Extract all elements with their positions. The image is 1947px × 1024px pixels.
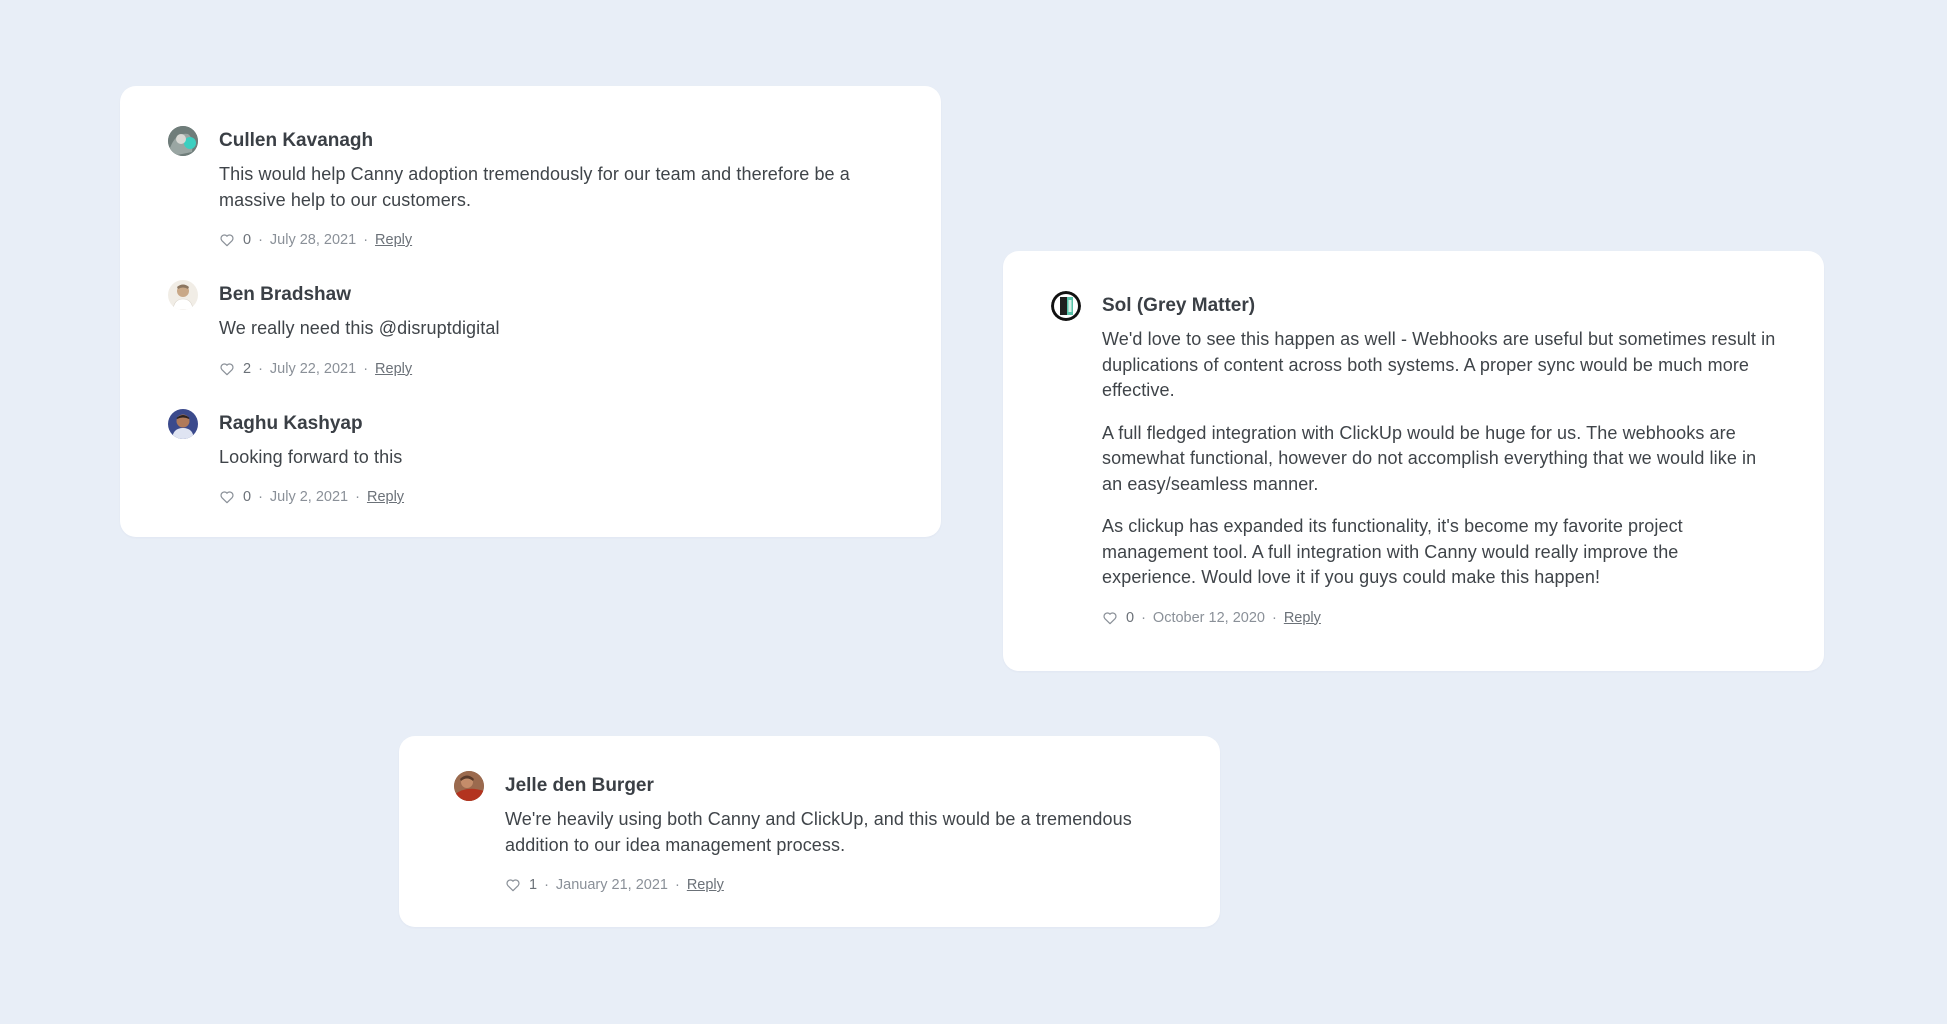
meta-separator: ·: [258, 360, 263, 377]
meta-separator: ·: [363, 360, 369, 377]
like-count: 2: [243, 360, 252, 377]
heart-icon[interactable]: [1102, 610, 1118, 626]
heart-icon[interactable]: [219, 232, 235, 248]
meta-separator: ·: [258, 232, 263, 248]
meta-separator: ·: [674, 877, 680, 893]
meta-separator: ·: [258, 489, 263, 505]
reply-link[interactable]: Reply: [375, 230, 412, 250]
comment-meta: 0 · July 28, 2021 · Reply: [219, 230, 893, 250]
heart-icon[interactable]: [505, 877, 521, 893]
comment-meta: 0 · October 12, 2020 · Reply: [1102, 608, 1776, 628]
comment-date: October 12, 2020: [1152, 609, 1265, 626]
comment-date: July 22, 2021: [269, 360, 357, 377]
like-count: 0: [1126, 609, 1135, 626]
avatar[interactable]: [1051, 291, 1081, 321]
avatar[interactable]: [168, 408, 198, 439]
reply-link[interactable]: Reply: [687, 875, 724, 895]
meta-separator: ·: [1141, 609, 1146, 626]
comment-author[interactable]: Raghu Kashyap: [219, 412, 893, 436]
comment-meta: 0 · July 2, 2021 · Reply: [219, 487, 893, 507]
like-count: 0: [243, 489, 252, 505]
reply-link[interactable]: Reply: [367, 487, 404, 507]
comment-date: January 21, 2021: [555, 877, 668, 893]
comment: Raghu Kashyap Looking forward to this 0 …: [168, 408, 893, 508]
meta-separator: ·: [1271, 609, 1277, 626]
comment: Ben Bradshaw We really need this @disrup…: [168, 280, 893, 379]
comment-author[interactable]: Jelle den Burger: [505, 774, 1172, 798]
comment: Cullen Kavanagh This would help Canny ad…: [168, 126, 893, 250]
comment-author[interactable]: Sol (Grey Matter): [1102, 294, 1776, 318]
like-count: 1: [529, 877, 538, 893]
avatar[interactable]: [454, 771, 484, 801]
comment-text: As clickup has expanded its functionalit…: [1102, 516, 1683, 587]
comment-date: July 28, 2021: [269, 232, 357, 248]
reply-link[interactable]: Reply: [375, 359, 412, 379]
comment-date: July 2, 2021: [269, 489, 349, 505]
comments-card: Jelle den Burger We're heavily using bot…: [399, 736, 1220, 927]
meta-separator: ·: [355, 489, 360, 505]
comment-text: A full fledged integration with ClickUp …: [1102, 422, 1757, 494]
comment-text: Looking forward to this: [219, 446, 403, 467]
comment-meta: 1 · January 21, 2021 · Reply: [505, 875, 1172, 895]
heart-icon[interactable]: [219, 489, 235, 505]
comments-card: Cullen Kavanagh This would help Canny ad…: [120, 86, 941, 537]
comment-author[interactable]: Ben Bradshaw: [219, 283, 893, 307]
comment: Jelle den Burger We're heavily using bot…: [454, 771, 1172, 895]
comment-text: We're heavily using both Canny and Click…: [505, 809, 1132, 855]
like-count: 0: [243, 232, 252, 248]
comment-text: We'd love to see this happen as well - W…: [1102, 329, 1776, 400]
comments-card: Sol (Grey Matter) We'd love to see this …: [1003, 251, 1824, 671]
comment-text: We really need this @disruptdigital: [219, 318, 500, 338]
reply-link[interactable]: Reply: [1284, 608, 1321, 628]
meta-separator: ·: [544, 877, 549, 893]
avatar[interactable]: [168, 126, 198, 156]
comment-author[interactable]: Cullen Kavanagh: [219, 129, 893, 153]
comment: Sol (Grey Matter) We'd love to see this …: [1051, 291, 1776, 628]
comment-meta: 2 · July 22, 2021 · Reply: [219, 359, 893, 379]
meta-separator: ·: [363, 232, 369, 248]
comment-text: This would help Canny adoption tremendou…: [219, 164, 850, 210]
avatar[interactable]: [168, 280, 198, 310]
heart-icon[interactable]: [219, 361, 235, 377]
